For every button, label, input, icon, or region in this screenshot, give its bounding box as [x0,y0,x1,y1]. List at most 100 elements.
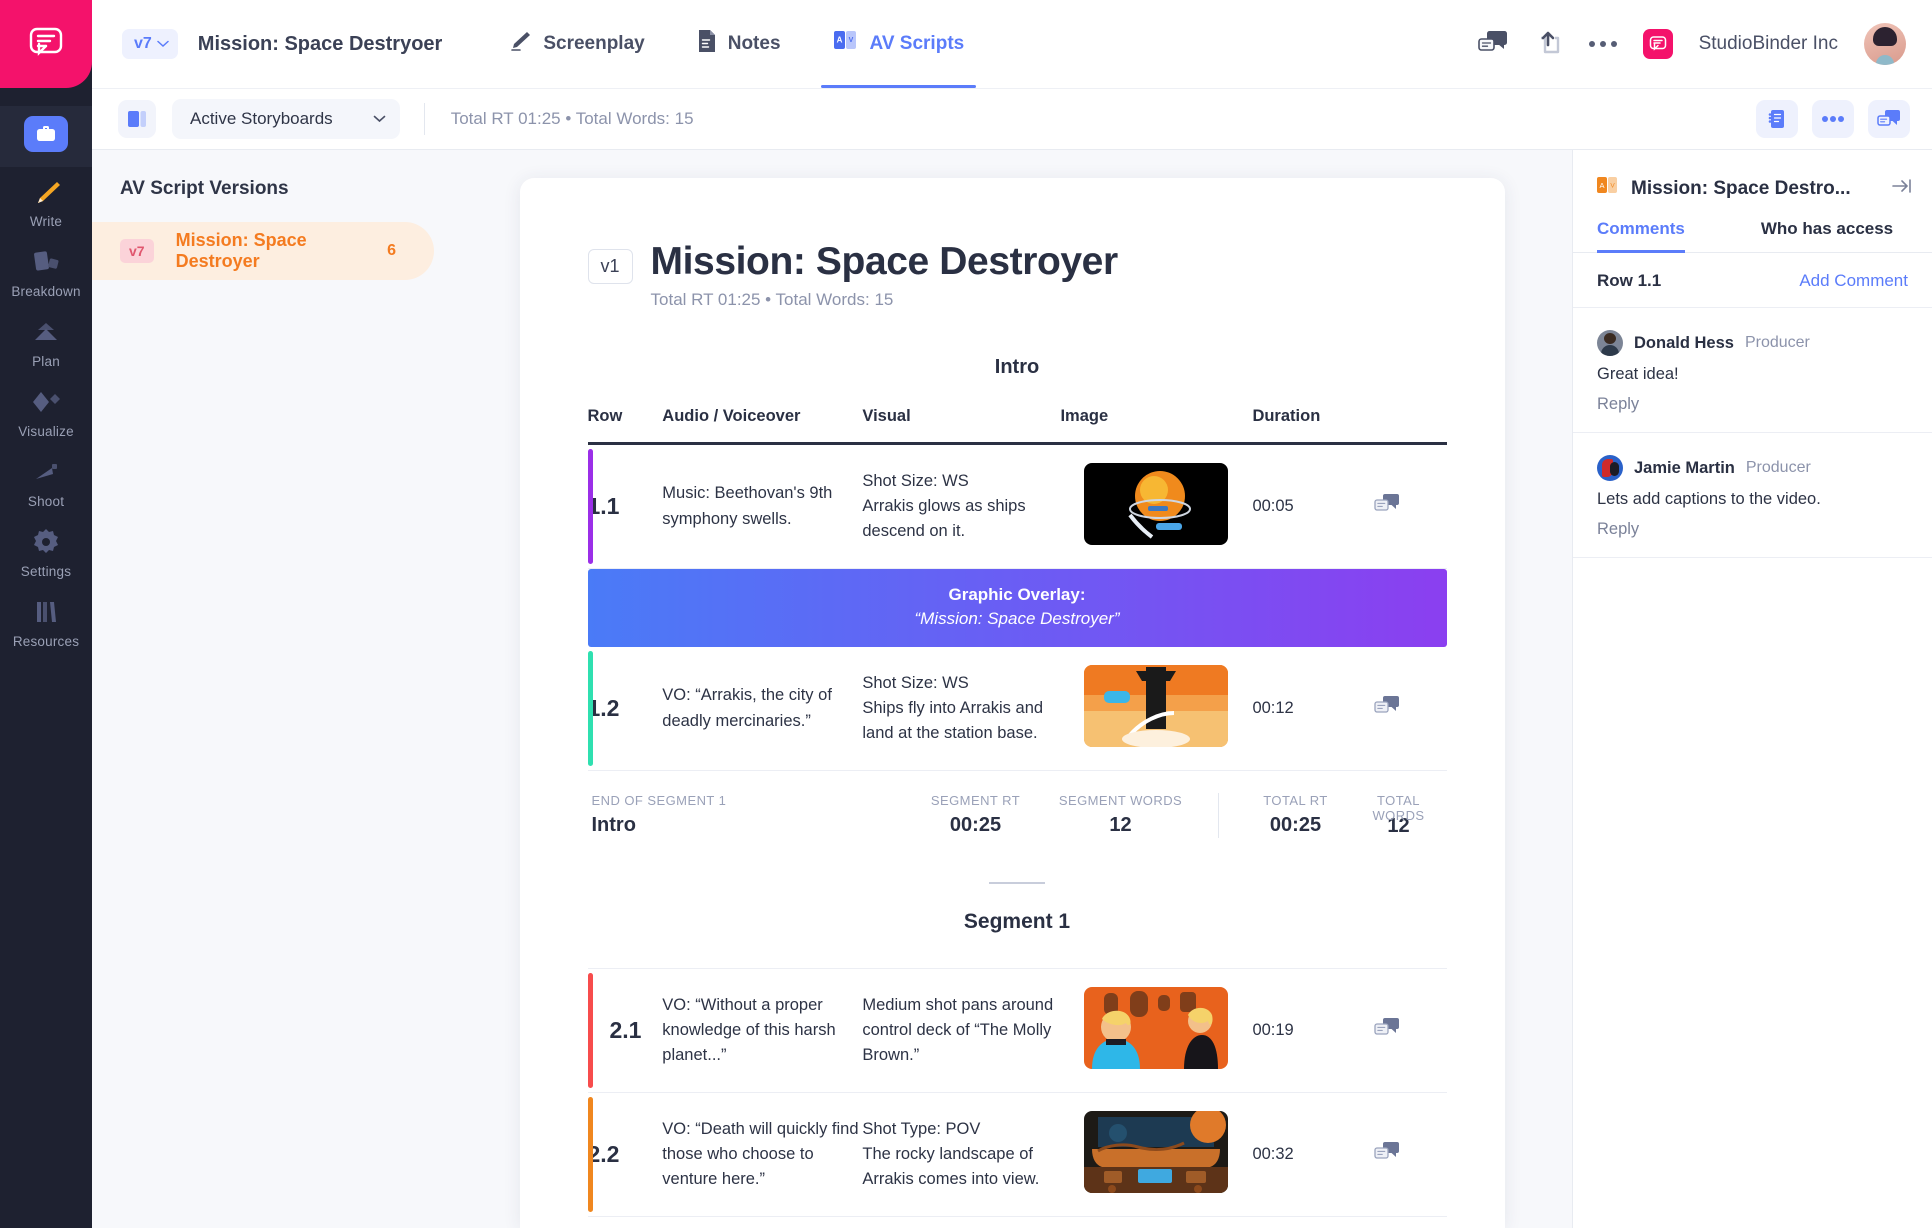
graphic-overlay-banner: Graphic Overlay: “Mission: Space Destroy… [587,569,1447,647]
row-audio-text: VO: “Arrakis, the city of deadly mercina… [662,647,863,771]
row-duration: 00:05 [1252,443,1374,569]
table-row[interactable]: 1.2 VO: “Arrakis, the city of deadly mer… [587,647,1447,771]
sidebar-item-label: Plan [32,354,60,369]
comments-icon[interactable] [1477,29,1509,60]
sidebar-item-plan[interactable]: Plan [0,307,92,377]
comments-icon[interactable] [1374,696,1400,721]
document-version-badge[interactable]: v1 [587,249,633,284]
svg-text:V: V [848,37,853,44]
document-scroll-area[interactable]: v1 Mission: Space Destroyer Total RT 01:… [452,150,1572,1228]
books-icon [29,597,63,627]
row-thumbnail[interactable] [1084,1111,1229,1193]
tab-screenplay[interactable]: Screenplay [482,0,670,88]
document-subtitle: Total RT 01:25 • Total Words: 15 [650,290,894,309]
tab-notes[interactable]: Notes [671,0,807,88]
panel-layout-icon[interactable] [118,100,156,138]
collapse-right-icon[interactable] [1892,178,1912,200]
version-list-item[interactable]: v7 Mission: Space Destroyer 6 [92,222,434,280]
comment-author: Jamie Martin [1634,458,1735,477]
row-accent-bar [587,1097,593,1212]
row-duration: 00:12 [1252,647,1374,771]
top-bar-actions: StudioBinder Inc [1477,23,1906,65]
sidebar-item-settings[interactable]: Settings [0,517,92,587]
stat-value: 00:25 [949,814,1002,836]
clapper-icon [29,457,63,487]
reply-button[interactable]: Reply [1597,395,1908,414]
version-selector[interactable]: v7 [122,29,178,59]
pencil-icon [29,177,63,207]
segment-end-label: END OF SEGMENT 1 [591,793,727,808]
comment-author: Donald Hess [1634,333,1734,352]
jamie-martin-avatar [1597,455,1623,481]
sub-toolbar: Active Storyboards Total RT 01:25 • Tota… [92,88,1932,150]
total-rt-stat: TOTAL RT 00:25 [1241,793,1351,837]
tab-av-scripts[interactable]: AV AV Scripts [807,0,991,88]
col-header-visual: Visual [862,407,1061,445]
sidebar-item-label: Shoot [27,494,65,509]
comments-icon[interactable] [1868,100,1910,138]
segment-name: Intro [591,814,636,836]
col-header-comments [1373,407,1447,445]
av-icon: AV [1597,176,1619,201]
more-dots-icon[interactable] [1812,100,1854,138]
tab-label: Notes [727,33,781,54]
comments-icon[interactable] [1374,1018,1400,1043]
comments-row-header: Row 1.1 Add Comment [1573,253,1932,308]
more-dots-icon[interactable] [1588,41,1617,47]
row-visual-text: Shot Size: WS Arrakis glows as ships des… [862,443,1061,569]
comments-panel-tabs: Comments Who has access [1573,219,1932,253]
comment-body: Great idea! [1597,365,1679,383]
tab-label: Screenplay [543,33,645,54]
org-name: StudioBinder Inc [1698,33,1838,54]
comment-role: Producer [1744,334,1810,351]
segment-footer: END OF SEGMENT 1 Intro SEGMENT RT 00:25 … [588,793,1447,838]
row-thumbnail[interactable] [1084,987,1229,1069]
sidebar-item-label: Resources [12,634,80,649]
divider [423,103,425,135]
add-comment-button[interactable]: Add Comment [1799,271,1908,291]
sidebar-item-breakdown[interactable]: Breakdown [0,237,92,307]
comments-icon[interactable] [1374,494,1400,519]
av-table: Row Audio / Voiceover Visual Image Durat… [587,407,1447,771]
comment-item: Donald Hess Producer Great idea! Reply [1573,308,1932,433]
table-row[interactable]: 2.1 VO: “Without a proper knowledge of t… [587,968,1447,1093]
svg-text:A: A [1599,181,1604,190]
top-bar: v7 Mission: Space Destryoer Screenplay N… [92,0,1932,88]
segment-heading: Segment 1 [963,910,1071,933]
av-table-head: Row Audio / Voiceover Visual Image Durat… [587,407,1447,445]
studiobinder-speech-logo-icon[interactable] [0,0,92,88]
sidebar-item-visualize[interactable]: Visualize [0,377,92,447]
row-thumbnail[interactable] [1084,665,1229,747]
comment-role: Producer [1745,459,1811,476]
comments-panel-header: AV Mission: Space Destro... [1573,150,1932,219]
stat-value: 00:25 [1269,814,1322,836]
row-audio-text: Music: Beethovan's 9th symphony swells. [662,443,863,569]
sidebar-item-resources[interactable]: Resources [0,587,92,657]
script-list-icon[interactable] [1756,100,1798,138]
sidebar-item-projects[interactable] [0,106,92,167]
user-avatar[interactable] [1864,23,1906,65]
reply-button[interactable]: Reply [1597,520,1908,539]
sidebar-item-write[interactable]: Write [0,167,92,237]
document-header: v1 Mission: Space Destroyer Total RT 01:… [587,240,1447,310]
av-script-versions-panel: AV Script Versions v7 Mission: Space Des… [92,150,452,1228]
share-icon[interactable] [1535,28,1563,61]
graphic-overlay-row[interactable]: Graphic Overlay: “Mission: Space Destroy… [587,569,1447,647]
studiobinder-logo-icon [1642,29,1673,59]
comments-icon[interactable] [1374,1142,1400,1167]
tab-who-has-access[interactable]: Who has access [1761,219,1893,252]
table-row[interactable]: 1.1 Music: Beethovan's 9th symphony swel… [587,443,1447,569]
sidebar-item-shoot[interactable]: Shoot [0,447,92,517]
av-icon: AV [833,29,859,59]
comment-item: Jamie Martin Producer Lets add captions … [1573,433,1932,558]
sidebar-item-label: Settings [20,564,72,579]
svg-text:A: A [836,36,842,45]
table-row[interactable]: 2.2 VO: “Death will quickly find those w… [587,1092,1447,1217]
storyboard-select[interactable]: Active Storyboards [172,99,400,139]
row-thumbnail[interactable] [1084,463,1229,545]
main-area: AV Script Versions v7 Mission: Space Des… [92,150,1932,1228]
tab-comments[interactable]: Comments [1597,219,1685,253]
row-accent-bar [587,651,593,766]
av-script-document: v1 Mission: Space Destroyer Total RT 01:… [519,178,1505,1228]
chevron-down-icon [157,40,169,48]
